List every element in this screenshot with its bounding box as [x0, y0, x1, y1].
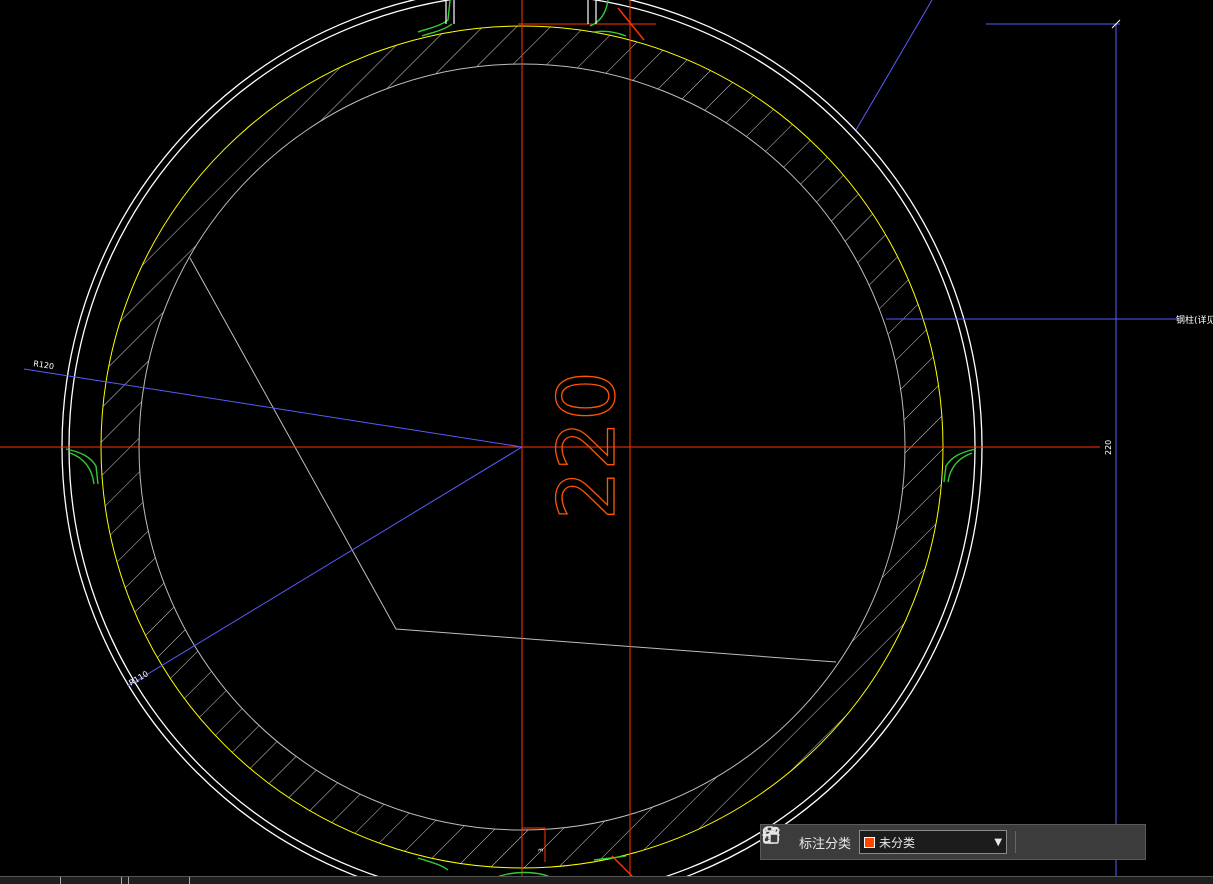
- move-icon[interactable]: [762, 826, 1080, 855]
- category-select-value: 未分类: [879, 835, 916, 850]
- drawing-svg: 220 220 R120 R110 钢柱(详见图 3: [0, 0, 1213, 883]
- category-label: 标注分类: [799, 836, 852, 852]
- category-select[interactable]: 未分类 ▼: [859, 830, 1008, 854]
- category-color-swatch: [864, 836, 876, 848]
- leader-note-text: 钢柱(详见图: [1176, 314, 1213, 326]
- center-dimension-text: 220: [543, 371, 633, 520]
- annotation-toolbar: 标注分类 未分类 ▼: [760, 824, 1146, 860]
- edit-icon[interactable]: [763, 827, 1050, 855]
- copy-icon[interactable]: [763, 827, 1110, 855]
- small-vertical-label: 3: [538, 848, 545, 852]
- toolbar-divider: [1015, 831, 1017, 853]
- chevron-down-icon: ▼: [994, 836, 1003, 848]
- cad-canvas[interactable]: 220 220 R120 R110 钢柱(详见图 3 标注分类 未分类 ▼: [0, 0, 1213, 884]
- right-dimension-text: 220: [1104, 440, 1113, 455]
- paste-icon[interactable]: [763, 826, 1140, 855]
